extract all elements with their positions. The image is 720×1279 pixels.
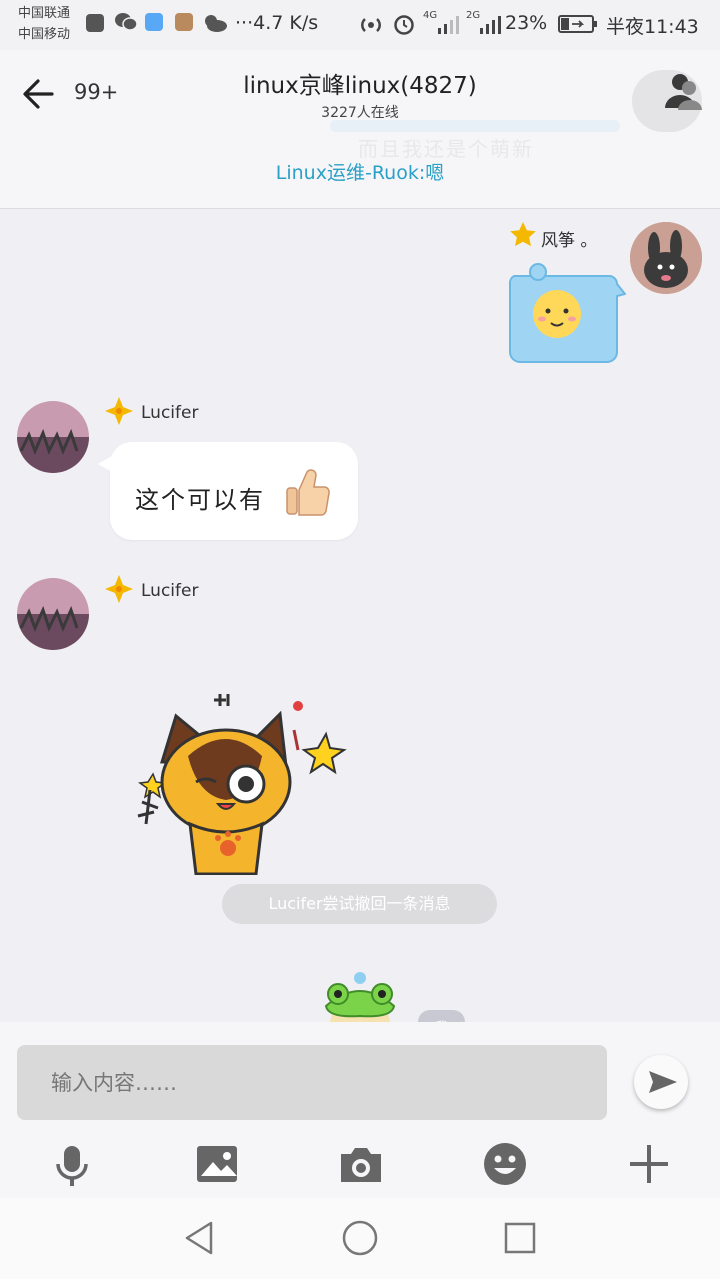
message-input[interactable] [17, 1045, 607, 1120]
weather-icon [202, 13, 228, 33]
camera-icon[interactable] [337, 1140, 385, 1188]
carrier-2: 中国移动 [18, 27, 71, 42]
bubble-tail [98, 456, 112, 472]
recent-square-icon[interactable] [500, 1218, 540, 1258]
group-members-icon[interactable] [660, 70, 704, 114]
pinned-message[interactable]: Linux运维-Ruok:嗯 [0, 158, 720, 185]
send-button[interactable] [634, 1055, 688, 1109]
home-circle-icon[interactable] [340, 1218, 380, 1258]
cat-sticker[interactable] [128, 690, 348, 876]
app-notification-icon [86, 14, 104, 32]
thumbs-up-emoji-icon [283, 464, 331, 518]
carrier-1: 中国联通 [18, 6, 71, 21]
hotspot-icon [358, 12, 384, 36]
sender-name-lucifer: Lucifer [141, 403, 199, 423]
signal-1-label: 4G [423, 10, 438, 21]
plus-icon[interactable] [625, 1140, 673, 1188]
send-icon [649, 1071, 677, 1093]
clock: 半夜11:43 [606, 16, 699, 38]
avatar-lucifer[interactable] [17, 401, 89, 473]
member-level-star-icon [104, 396, 134, 426]
member-level-star-icon [104, 574, 134, 604]
recall-notice: Lucifer尝试撤回一条消息 [222, 884, 497, 924]
back-triangle-icon[interactable] [180, 1218, 220, 1258]
battery-percent: 23% [505, 12, 548, 34]
signal-2-icon [478, 12, 502, 36]
sender-name-kite: 风筝 。 [541, 231, 598, 251]
signal-1-icon [436, 12, 460, 36]
wechat-icon [114, 11, 138, 33]
network-speed: ···4.7 K/s [235, 12, 319, 34]
alarm-icon [392, 12, 416, 36]
page-title: linux京峰linux(4827) [243, 73, 477, 99]
avatar-lucifer[interactable] [17, 578, 89, 650]
online-count: 3227人在线 [321, 105, 399, 121]
sender-name-lucifer: Lucifer [141, 581, 199, 601]
header-divider [0, 208, 720, 209]
battery-icon [558, 14, 598, 34]
member-level-star-icon [508, 220, 538, 250]
message-text: 这个可以有 [135, 486, 265, 514]
image-icon[interactable] [193, 1140, 241, 1188]
game-app-icon [175, 13, 193, 31]
app-k-icon [145, 13, 163, 31]
avatar-kite[interactable] [630, 222, 702, 294]
microphone-icon[interactable] [48, 1140, 96, 1188]
emoji-icon[interactable] [481, 1140, 529, 1188]
emoji-sticker-bubble[interactable] [494, 256, 627, 366]
